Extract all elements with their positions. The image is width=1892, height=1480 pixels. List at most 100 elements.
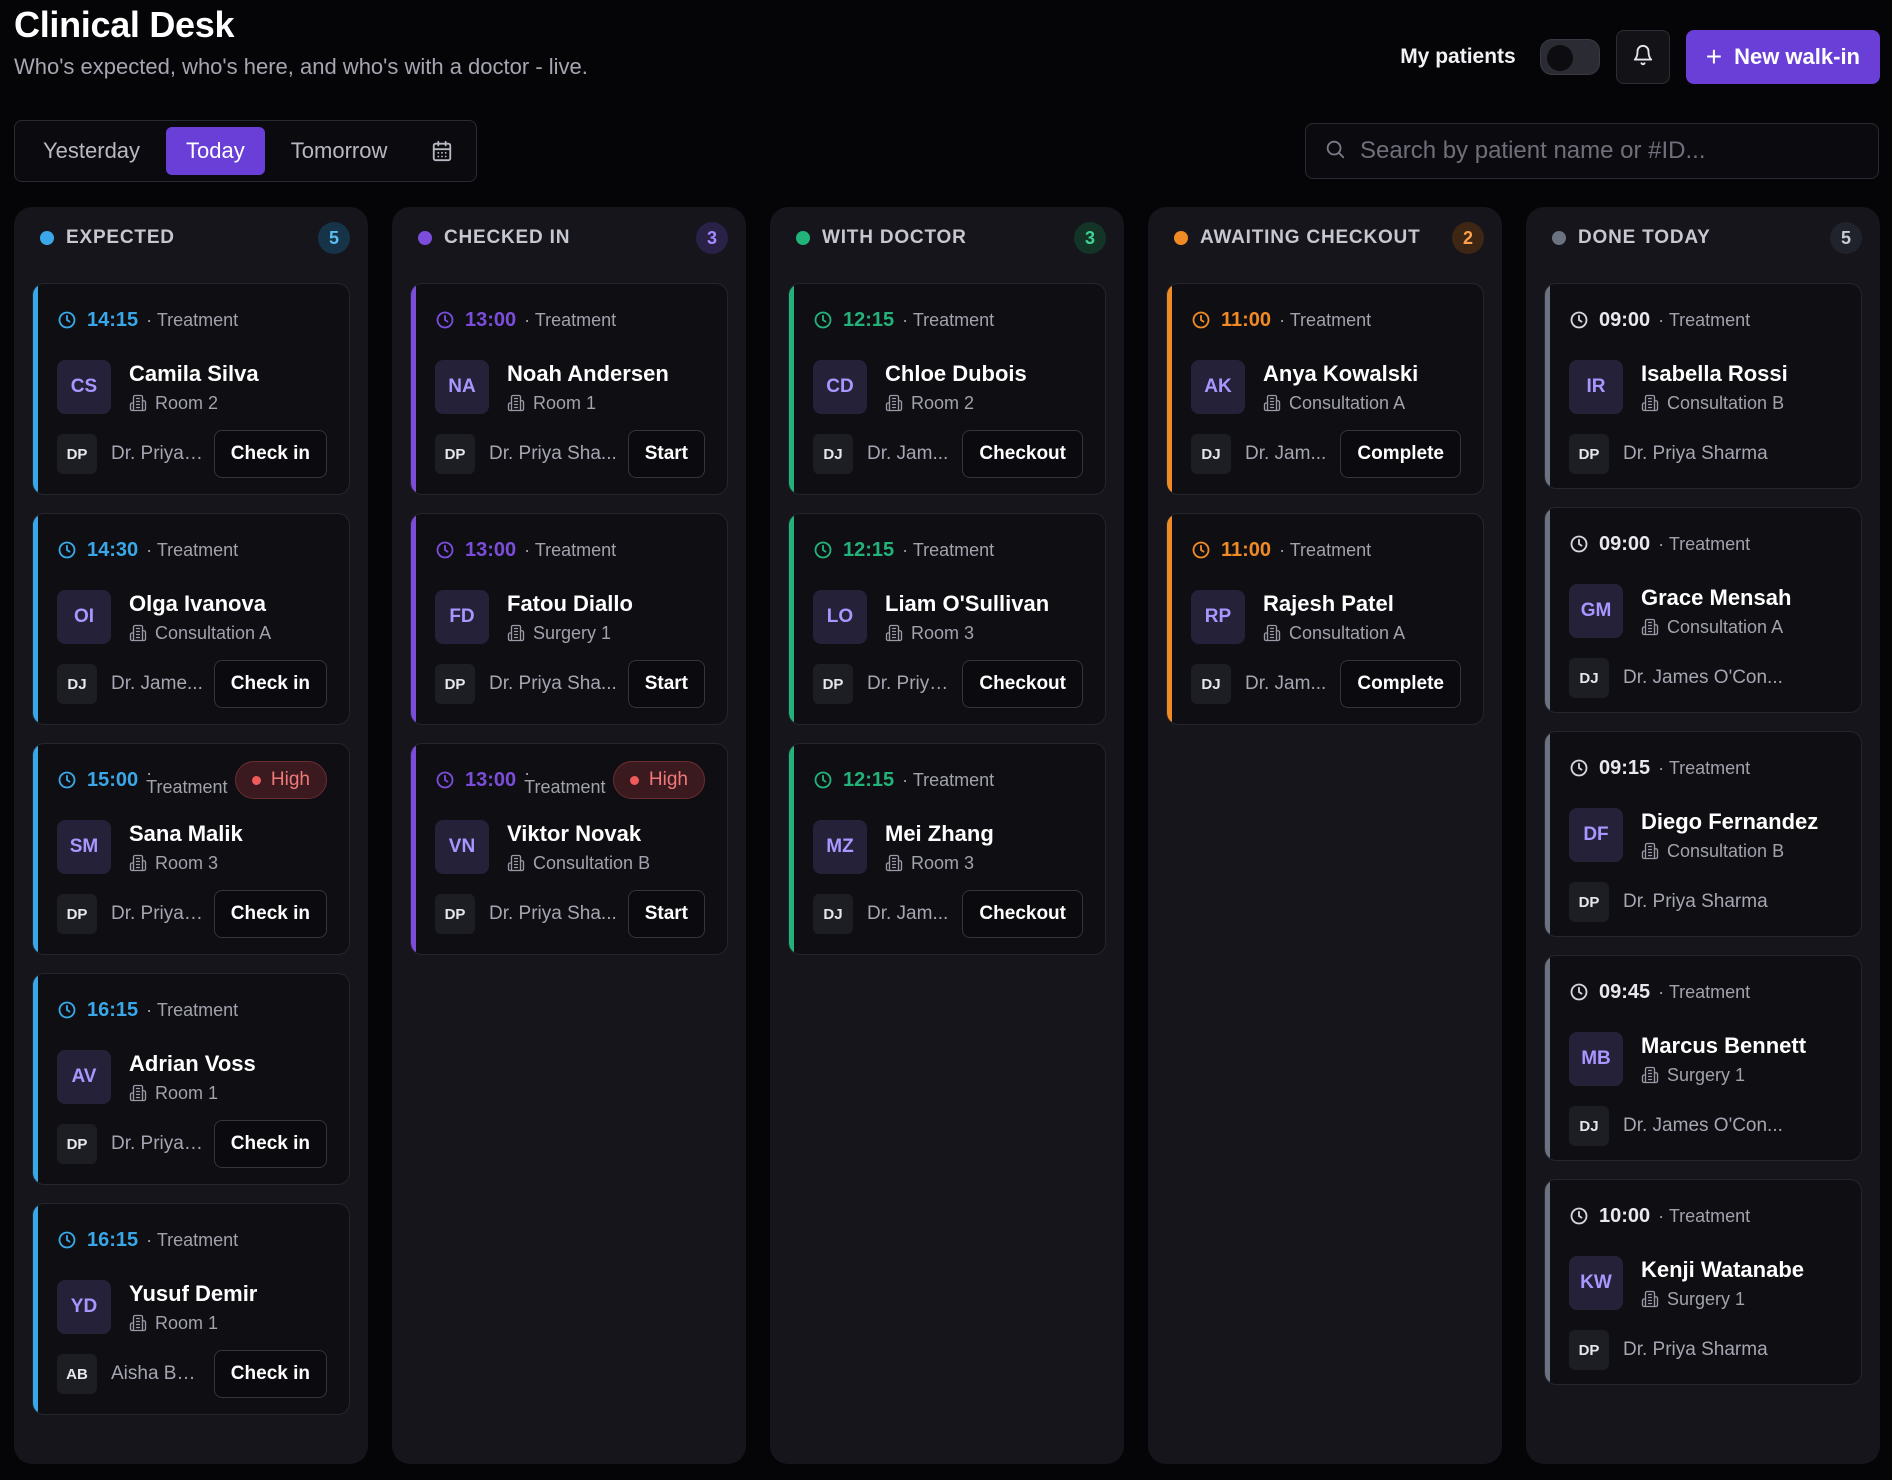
doctor-name: Dr. Priya ... bbox=[111, 1133, 204, 1154]
patient-room: Room 1 bbox=[129, 1083, 256, 1104]
doctor-name: Dr. Priya Sha... bbox=[489, 903, 617, 924]
card-action-button[interactable]: Check in bbox=[213, 890, 327, 938]
tab-yesterday[interactable]: Yesterday bbox=[23, 127, 160, 175]
new-walkin-button[interactable]: + New walk-in bbox=[1685, 30, 1880, 84]
patient-name[interactable]: Fatou Diallo bbox=[507, 591, 633, 617]
card-accent bbox=[33, 514, 38, 724]
my-patients-toggle[interactable] bbox=[1539, 39, 1600, 75]
patient-room: Consultation B bbox=[507, 853, 650, 874]
patient-avatar: GM bbox=[1569, 584, 1623, 638]
card-footer: DJ Dr. Jam... Complete bbox=[1191, 418, 1461, 490]
card-action-button[interactable]: Check in bbox=[213, 1120, 327, 1168]
card-action-button[interactable]: Checkout bbox=[962, 890, 1083, 938]
patient-row: AV Adrian Voss Room 1 bbox=[57, 1046, 327, 1108]
card-action-button[interactable]: Complete bbox=[1340, 430, 1461, 478]
patient-card[interactable]: 09:00 · Treatment GM Grace Mensah Consul… bbox=[1544, 507, 1862, 713]
building-icon bbox=[129, 394, 147, 412]
patient-card[interactable]: 13:00 · Treatment FD Fatou Diallo Surger… bbox=[410, 513, 728, 725]
patient-info: Chloe Dubois Room 2 bbox=[885, 361, 1027, 414]
patient-card[interactable]: 11:00 · Treatment RP Rajesh Patel Consul… bbox=[1166, 513, 1484, 725]
patient-card[interactable]: 12:15 · Treatment MZ Mei Zhang Room 3 DJ… bbox=[788, 743, 1106, 955]
doctor-avatar: DJ bbox=[1191, 434, 1231, 474]
building-icon bbox=[1641, 394, 1659, 412]
patient-name[interactable]: Noah Andersen bbox=[507, 361, 669, 387]
patient-card[interactable]: 09:15 · Treatment DF Diego Fernandez Con… bbox=[1544, 731, 1862, 937]
card-action-button[interactable]: Start bbox=[627, 660, 705, 708]
card-action-button[interactable]: Check in bbox=[213, 660, 327, 708]
patient-card[interactable]: 15:00 · Treatment High SM Sana Malik Roo… bbox=[32, 743, 350, 955]
patient-avatar: SM bbox=[57, 820, 111, 874]
card-action-button[interactable]: Start bbox=[627, 890, 705, 938]
patient-name[interactable]: Yusuf Demir bbox=[129, 1281, 257, 1307]
appointment-time: 16:15 bbox=[87, 1228, 139, 1251]
patient-name[interactable]: Viktor Novak bbox=[507, 821, 650, 847]
search-input[interactable] bbox=[1360, 137, 1840, 165]
patient-card[interactable]: 09:00 · Treatment IR Isabella Rossi Cons… bbox=[1544, 283, 1862, 489]
building-icon bbox=[1263, 624, 1281, 642]
patient-room: Consultation A bbox=[1263, 623, 1405, 644]
patient-card[interactable]: 12:15 · Treatment LO Liam O'Sullivan Roo… bbox=[788, 513, 1106, 725]
card-time-row: 13:00 · Treatment bbox=[435, 284, 705, 356]
card-action-button[interactable]: Checkout bbox=[962, 430, 1083, 478]
patient-card[interactable]: 13:00 · Treatment NA Noah Andersen Room … bbox=[410, 283, 728, 495]
tab-today[interactable]: Today bbox=[166, 127, 265, 175]
card-time-row: 09:00 · Treatment bbox=[1569, 284, 1839, 356]
card-action-button[interactable]: Complete bbox=[1340, 660, 1461, 708]
appointment-time: 13:00 bbox=[465, 538, 517, 561]
building-icon bbox=[1641, 1290, 1659, 1308]
clock-icon bbox=[1569, 758, 1589, 778]
tab-tomorrow[interactable]: Tomorrow bbox=[271, 127, 408, 175]
appointment-type: · Treatment bbox=[146, 539, 239, 560]
patient-name[interactable]: Olga Ivanova bbox=[129, 591, 271, 617]
kanban-board: EXPECTED 5 14:15 · Treatment CS Camila S… bbox=[14, 207, 1880, 1464]
patient-name[interactable]: Kenji Watanabe bbox=[1641, 1257, 1804, 1283]
patient-card[interactable]: 16:15 · Treatment YD Yusuf Demir Room 1 … bbox=[32, 1203, 350, 1415]
patient-card[interactable]: 14:15 · Treatment CS Camila Silva Room 2… bbox=[32, 283, 350, 495]
building-icon bbox=[1641, 1066, 1659, 1084]
clock-icon bbox=[813, 310, 833, 330]
card-list: 11:00 · Treatment AK Anya Kowalski Consu… bbox=[1166, 283, 1484, 725]
card-action-button[interactable]: Start bbox=[627, 430, 705, 478]
patient-avatar: VN bbox=[435, 820, 489, 874]
doctor-avatar: DP bbox=[435, 434, 475, 474]
patient-row: SM Sana Malik Room 3 bbox=[57, 816, 327, 878]
appointment-time: 11:00 bbox=[1221, 308, 1272, 331]
patient-row: VN Viktor Novak Consultation B bbox=[435, 816, 705, 878]
card-action-button[interactable]: Checkout bbox=[962, 660, 1083, 708]
patient-info: Sana Malik Room 3 bbox=[129, 821, 243, 874]
notifications-button[interactable] bbox=[1615, 30, 1670, 84]
patient-room: Room 3 bbox=[885, 623, 1049, 644]
patient-avatar: AK bbox=[1191, 360, 1245, 414]
patient-name[interactable]: Rajesh Patel bbox=[1263, 591, 1405, 617]
patient-name[interactable]: Chloe Dubois bbox=[885, 361, 1027, 387]
patient-card[interactable]: 14:30 · Treatment OI Olga Ivanova Consul… bbox=[32, 513, 350, 725]
patient-name[interactable]: Grace Mensah bbox=[1641, 585, 1791, 611]
patient-card[interactable]: 13:00 · Treatment High VN Viktor Novak C… bbox=[410, 743, 728, 955]
patient-name[interactable]: Diego Fernandez bbox=[1641, 809, 1818, 835]
card-footer: DJ Dr. James O'Con... bbox=[1569, 642, 1839, 712]
patient-card[interactable]: 12:15 · Treatment CD Chloe Dubois Room 2… bbox=[788, 283, 1106, 495]
patient-name[interactable]: Adrian Voss bbox=[129, 1051, 256, 1077]
patient-name[interactable]: Anya Kowalski bbox=[1263, 361, 1418, 387]
patient-name[interactable]: Liam O'Sullivan bbox=[885, 591, 1049, 617]
patient-name[interactable]: Isabella Rossi bbox=[1641, 361, 1788, 387]
patient-card[interactable]: 10:00 · Treatment KW Kenji Watanabe Surg… bbox=[1544, 1179, 1862, 1385]
patient-card[interactable]: 11:00 · Treatment AK Anya Kowalski Consu… bbox=[1166, 283, 1484, 495]
patient-name[interactable]: Sana Malik bbox=[129, 821, 243, 847]
patient-avatar: AV bbox=[57, 1050, 111, 1104]
patient-card[interactable]: 16:15 · Treatment AV Adrian Voss Room 1 … bbox=[32, 973, 350, 1185]
patient-name[interactable]: Mei Zhang bbox=[885, 821, 994, 847]
patient-row: CD Chloe Dubois Room 2 bbox=[813, 356, 1083, 418]
doctor-avatar: DJ bbox=[1191, 664, 1231, 704]
doctor-name: Dr. Priya Sharma bbox=[1623, 443, 1768, 464]
patient-card[interactable]: 09:45 · Treatment MB Marcus Bennett Surg… bbox=[1544, 955, 1862, 1161]
doctor-name: Aisha Bello bbox=[111, 1363, 204, 1384]
patient-name[interactable]: Camila Silva bbox=[129, 361, 259, 387]
patient-name[interactable]: Marcus Bennett bbox=[1641, 1033, 1806, 1059]
card-action-button[interactable]: Check in bbox=[213, 430, 327, 478]
appointment-type: · Treatment bbox=[902, 539, 995, 560]
doctor-avatar: DP bbox=[1569, 434, 1609, 474]
calendar-icon[interactable] bbox=[431, 140, 453, 162]
patient-avatar: CS bbox=[57, 360, 111, 414]
card-action-button[interactable]: Check in bbox=[213, 1350, 327, 1398]
